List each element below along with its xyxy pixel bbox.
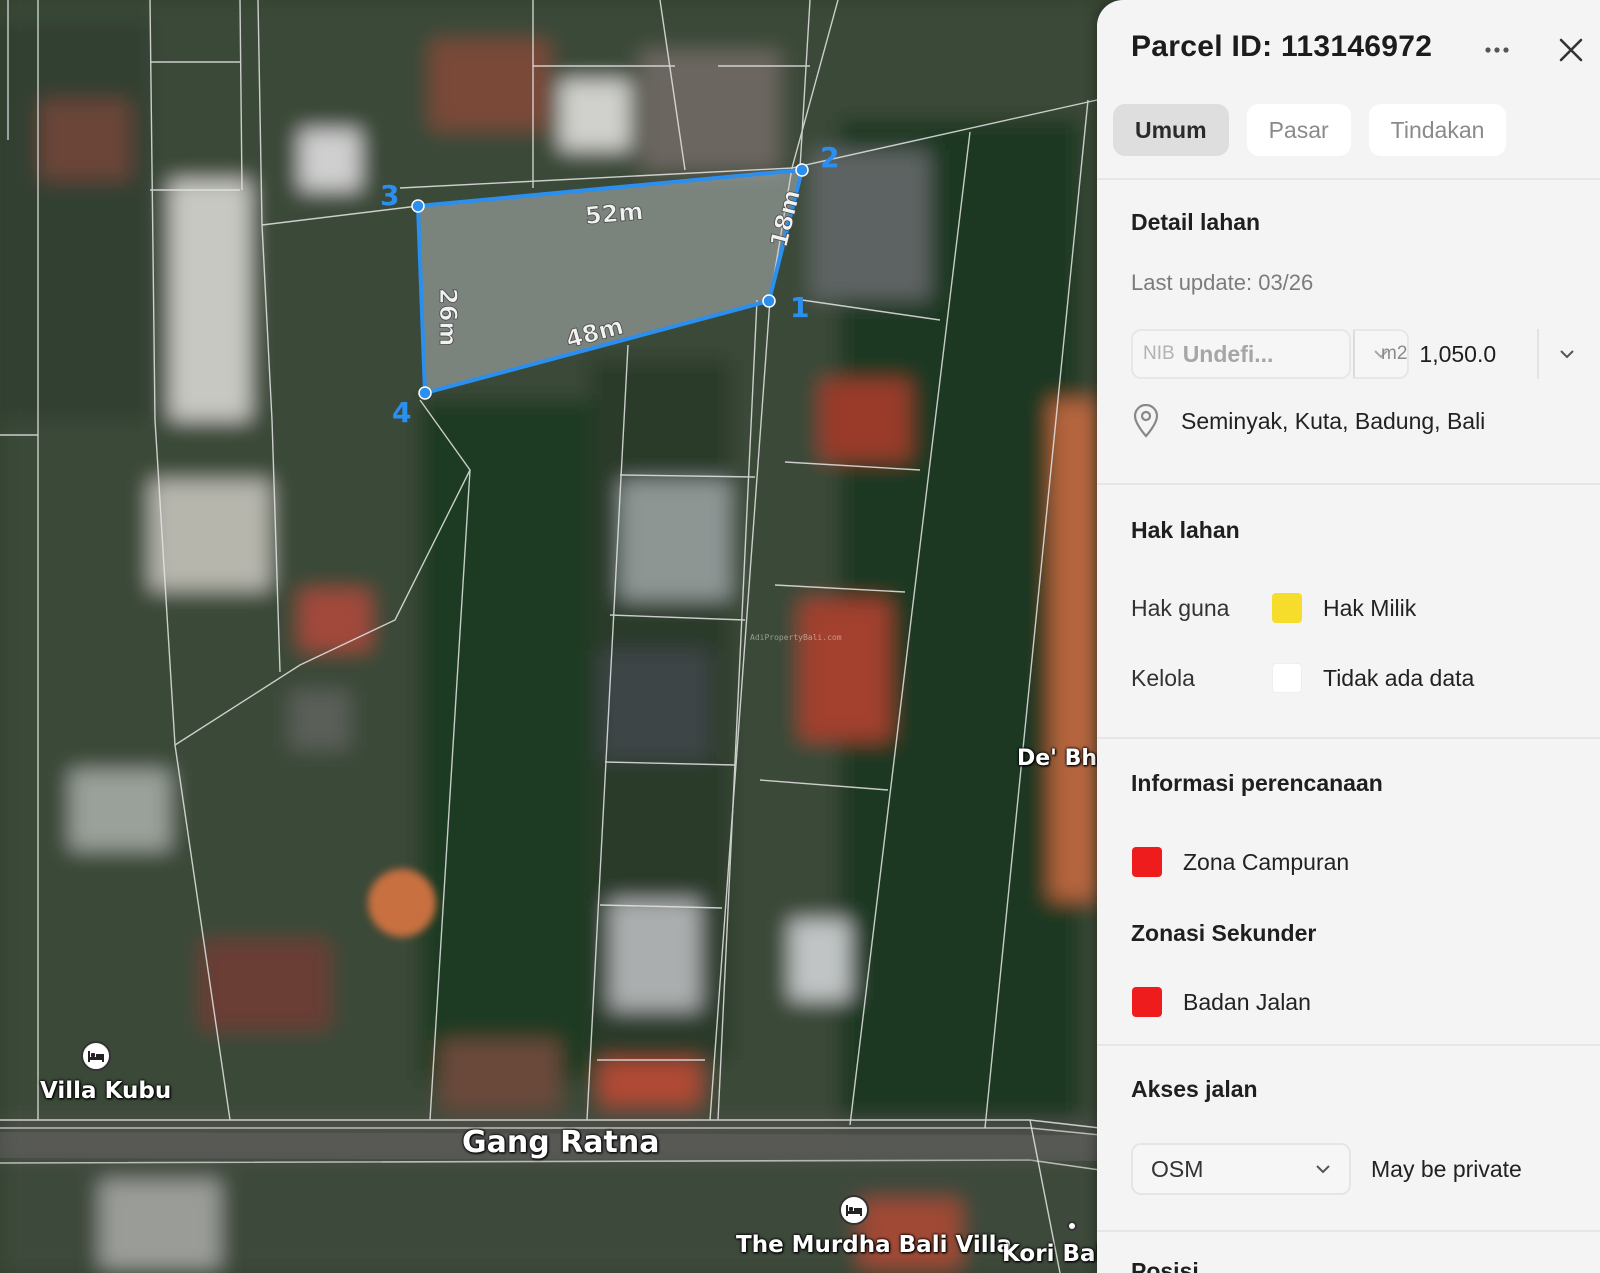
divider xyxy=(1097,178,1600,180)
hotel-icon[interactable] xyxy=(839,1195,869,1225)
chevron-down-icon xyxy=(1316,1165,1330,1174)
parcel-vertex-3 xyxy=(411,199,425,213)
poi-label-kori[interactable]: Kori Bali xyxy=(1002,1241,1111,1267)
hotel-icon[interactable] xyxy=(81,1041,111,1071)
chevron-down-icon xyxy=(1560,350,1574,359)
road-access-note: May be private xyxy=(1371,1156,1522,1182)
land-right-label-manage: Kelola xyxy=(1131,665,1195,691)
vertex-label-3: 3 xyxy=(380,179,399,212)
divider xyxy=(1097,483,1600,485)
panel-tabs: Umum Pasar Tindakan xyxy=(1113,104,1507,156)
tab-pasar[interactable]: Pasar xyxy=(1246,104,1351,156)
more-options-icon[interactable] xyxy=(1477,30,1517,70)
edge-label-left: 26m xyxy=(434,288,462,346)
section-title-land-rights: Hak lahan xyxy=(1131,517,1240,543)
panel-header: Parcel ID: 113146972 xyxy=(1131,30,1583,70)
divider xyxy=(1097,1044,1600,1046)
section-title-planning: Informasi perencanaan xyxy=(1131,770,1383,796)
tab-tindakan[interactable]: Tindakan xyxy=(1368,104,1507,156)
section-title-secondary-zoning: Zonasi Sekunder xyxy=(1131,920,1317,946)
close-icon[interactable] xyxy=(1551,30,1591,70)
poi-dot-icon[interactable] xyxy=(1067,1221,1077,1231)
nib-value: Undefi... xyxy=(1182,340,1274,367)
area-unit-prefix: m2 xyxy=(1381,343,1408,364)
parcel-vertex-1 xyxy=(762,294,776,308)
road-source-value: OSM xyxy=(1151,1155,1204,1182)
land-right-label-use: Hak guna xyxy=(1131,595,1230,621)
secondary-zone-value: Badan Jalan xyxy=(1183,989,1311,1015)
last-update-text: Last update: 03/26 xyxy=(1131,270,1314,295)
map-pin-icon xyxy=(1133,404,1159,438)
section-title-position: Posisi xyxy=(1131,1258,1199,1273)
poi-label-murdha[interactable]: The Murdha Bali Villa xyxy=(736,1232,1012,1258)
planning-zone-swatch xyxy=(1132,847,1162,877)
location-row: Seminyak, Kuta, Badung, Bali xyxy=(1131,404,1485,438)
area-separator xyxy=(1537,329,1539,379)
location-text: Seminyak, Kuta, Badung, Bali xyxy=(1181,407,1486,434)
edge-label-top: 52m xyxy=(584,197,645,230)
nib-field[interactable]: NIB Undefi... xyxy=(1131,329,1351,379)
parcel-vertex-4 xyxy=(418,386,432,400)
panel-title: Parcel ID: 113146972 xyxy=(1131,30,1433,63)
land-right-swatch-use xyxy=(1272,593,1302,623)
vertex-label-1: 1 xyxy=(790,291,809,324)
land-right-value-manage: Tidak ada data xyxy=(1323,665,1475,691)
land-right-value-use: Hak Milik xyxy=(1323,595,1417,621)
land-right-swatch-manage xyxy=(1272,663,1302,693)
area-dropdown-button[interactable] xyxy=(1543,329,1591,379)
nib-prefix: NIB xyxy=(1143,343,1175,364)
planning-zone-value: Zona Campuran xyxy=(1183,849,1350,875)
secondary-zone-swatch xyxy=(1132,987,1162,1017)
street-label: Gang Ratna xyxy=(462,1125,660,1160)
parcel-detail-panel: Parcel ID: 113146972 Umum Pasar Tindakan… xyxy=(1097,0,1600,1273)
section-title-land-detail: Detail lahan xyxy=(1131,209,1261,235)
divider xyxy=(1097,737,1600,739)
vertex-label-4: 4 xyxy=(392,396,411,429)
area-field[interactable]: m2 1,050.0 xyxy=(1371,329,1557,379)
divider xyxy=(1097,1230,1600,1232)
road-source-select[interactable]: OSM xyxy=(1131,1143,1351,1195)
area-value: 1,050.0 xyxy=(1419,340,1497,367)
tab-umum[interactable]: Umum xyxy=(1113,104,1229,156)
poi-label-villa-kubu[interactable]: Villa Kubu xyxy=(40,1078,171,1104)
watermark: AdiPropertyBali.com xyxy=(750,633,842,642)
parcel-vertex-2 xyxy=(795,163,809,177)
vertex-label-2: 2 xyxy=(820,141,839,174)
section-title-road-access: Akses jalan xyxy=(1131,1076,1258,1102)
